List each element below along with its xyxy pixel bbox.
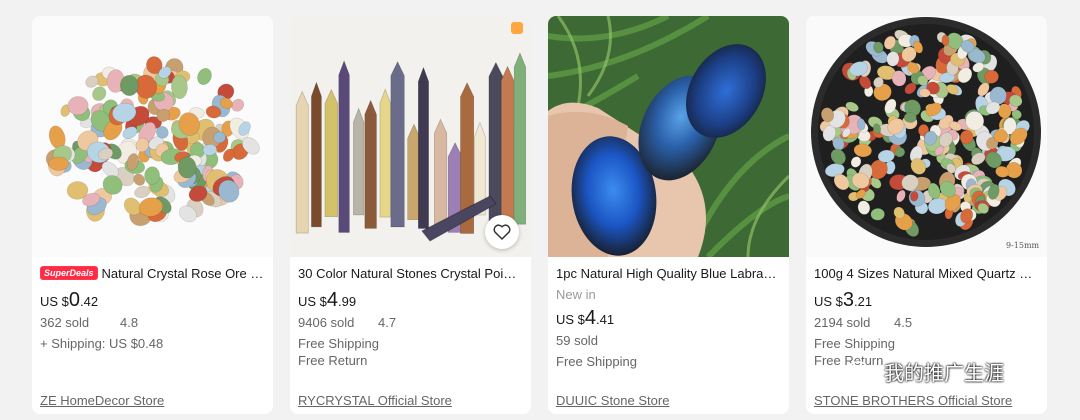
shipping-info: + Shipping: US $0.48	[40, 336, 164, 351]
product-card[interactable]: SuperDeals Natural Crystal Rose Ore Natu…	[32, 16, 273, 414]
shipping-info: Free Shipping	[556, 354, 637, 369]
store-link[interactable]: ZE HomeDecor Store	[40, 393, 164, 408]
product-card[interactable]: 30 Color Natural Stones Crystal Point Wa…	[290, 16, 531, 414]
watermark-text: 我的推广生涯	[884, 361, 1004, 385]
shipping-info: Free Shipping	[298, 336, 379, 351]
size-caption: 9-15mm	[1006, 241, 1040, 250]
product-card[interactable]: 1pc Natural High Quality Blue Labradorit…	[548, 16, 789, 414]
crystal-point-shape	[364, 99, 377, 229]
stone-shape	[903, 112, 917, 123]
store-link[interactable]: STONE BROTHERS Official Store	[814, 393, 1012, 408]
crystal-point-shape	[488, 61, 504, 234]
product-image-tumbled-stones[interactable]	[32, 16, 273, 257]
superdeals-badge: SuperDeals	[40, 266, 98, 280]
crystal-point-shape	[513, 52, 526, 225]
sold-count: 59 sold	[556, 333, 598, 348]
product-price: US $0.42	[40, 289, 99, 311]
rating: 4.7	[378, 315, 397, 330]
sold-count: 2194 sold	[814, 315, 871, 330]
product-image-labradorite[interactable]	[548, 16, 789, 257]
watermark: 我的推广生涯	[846, 357, 1004, 386]
stone-shape	[48, 156, 70, 171]
sold-count: 9406 sold	[298, 315, 355, 330]
product-grid: SuperDeals Natural Crystal Rose Ore Natu…	[32, 16, 1047, 414]
rating: 4.8	[120, 315, 139, 330]
crystal-point-shape	[324, 88, 338, 217]
ad-corner-icon	[511, 22, 523, 34]
product-title[interactable]: 1pc Natural High Quality Blue Labradorit…	[556, 266, 781, 281]
heart-icon	[493, 224, 511, 240]
wishlist-heart-button[interactable]	[485, 215, 519, 249]
store-link[interactable]: DUUIC Stone Store	[556, 393, 669, 408]
crystal-point-shape	[338, 60, 350, 233]
rating: 4.5	[894, 315, 913, 330]
product-card[interactable]: 9-15mm 100g 4 Sizes Natural Mixed Quartz…	[806, 16, 1047, 414]
product-image-stones-bowl[interactable]: 9-15mm	[806, 16, 1047, 257]
product-title[interactable]: Natural Crystal Rose Ore Natural Stone T…	[102, 266, 265, 281]
crystal-point-shape	[434, 118, 448, 231]
product-title[interactable]: 30 Color Natural Stones Crystal Point Wa…	[298, 266, 523, 281]
crystal-point-shape	[417, 66, 429, 229]
shipping-info: Free Shipping	[814, 336, 895, 351]
product-price: US $3.21	[814, 289, 873, 311]
stone-shape	[177, 156, 197, 179]
return-info: Free Return	[298, 353, 368, 368]
crystal-point-shape	[311, 81, 322, 228]
crystal-point-shape	[353, 107, 365, 216]
product-price: US $4.99	[298, 289, 357, 311]
product-title[interactable]: 100g 4 Sizes Natural Mixed Quartz Crysta…	[814, 266, 1039, 281]
crystal-point-shape	[295, 90, 309, 234]
sold-count: 362 sold	[40, 315, 90, 330]
stone-shape	[941, 34, 950, 47]
crystal-point-shape	[379, 88, 391, 218]
store-link[interactable]: RYCRYSTAL Official Store	[298, 393, 452, 408]
product-price: US $4.41	[556, 307, 615, 329]
crystal-point-shape	[500, 65, 515, 224]
crystal-point-shape	[390, 61, 405, 228]
wechat-icon	[847, 360, 877, 383]
product-image-crystal-points[interactable]	[290, 16, 531, 257]
new-in-label: New in	[556, 287, 596, 302]
